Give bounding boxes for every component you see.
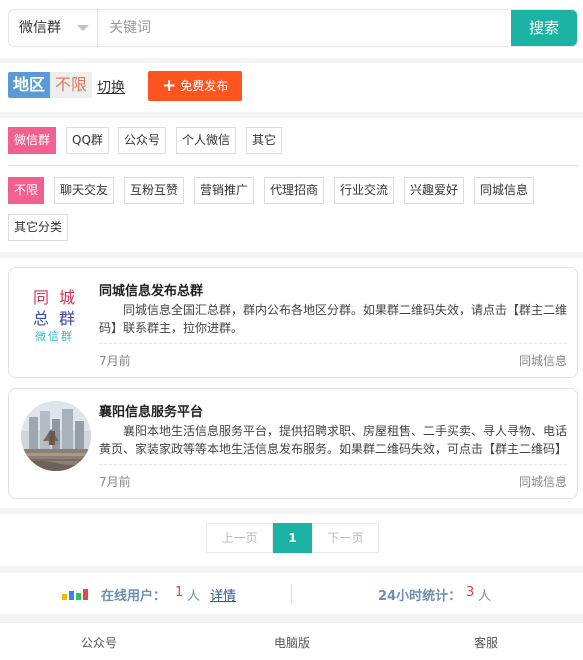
listing-description: 同城信息全国汇总群，群内公布各地区分群。如果群二维码失效，请点击【群主二维码】联… [99,303,568,335]
bottom-nav: 公众号 电脑版 客服 [0,622,583,660]
search-bar: 微信群 搜索 [0,0,583,58]
search-type-value: 微信群 [19,20,61,36]
free-publish-button[interactable]: + 免费发布 [148,71,242,101]
listing-divider [99,464,567,465]
type-tag-qq-group[interactable]: QQ群 [66,127,109,154]
listing-card[interactable]: 同城 总群 微信群 同城信息发布总群 同城信息全国汇总群，群内公布各地区分群。如… [8,267,578,378]
chevron-down-icon [77,25,89,31]
plus-icon: + [162,76,177,96]
daily-stats-label: 24小时统计： [378,589,462,604]
listing-time: 7月前 [99,354,131,368]
category-tag-marketing[interactable]: 营销推广 [194,177,255,204]
stats-divider [291,584,292,604]
daily-stats-unit: 人 [478,589,492,604]
nav-official-account[interactable]: 公众号 [81,634,117,651]
type-tag-wechat-group[interactable]: 微信群 [8,127,57,154]
online-users-unit: 人 [187,589,201,604]
nav-desktop-version[interactable]: 电脑版 [274,634,310,651]
category-tag-hobby[interactable]: 兴趣爱好 [404,177,465,204]
category-tag-agency[interactable]: 代理招商 [264,177,325,204]
category-tag-any[interactable]: 不限 [8,177,45,204]
region-label: 地区 [8,72,51,98]
stats-detail-link[interactable]: 详情 [210,585,236,604]
search-button[interactable]: 搜索 [511,10,577,46]
online-users-label: 在线用户： [101,589,167,604]
search-box: 微信群 搜索 [8,9,578,47]
logo-text-line: 微信群 [35,330,74,343]
category-tag-local[interactable]: 同城信息 [474,177,535,204]
listing-logo: 同城 总群 微信群 [21,280,91,350]
filter-divider [8,165,578,166]
search-type-select[interactable]: 微信群 [9,10,98,46]
prev-page-button[interactable]: 上一页 [206,523,273,553]
listing-title[interactable]: 同城信息发布总群 [99,280,203,299]
listing-card[interactable]: 襄阳信息服务平台 襄阳本地生活信息服务平台，提供招聘求职、房屋租售、二手买卖、寻… [8,388,578,499]
type-tag-official-account[interactable]: 公众号 [118,127,167,154]
city-buildings-photo [21,401,91,471]
listing-category: 同城信息 [518,475,567,489]
listing-logo [21,401,91,471]
filter-panel: 微信群 QQ群 公众号 个人微信 其它 不限 聊天交友 互粉互赞 营销推广 代理… [0,118,583,252]
stats-bar: 在线用户： 1 人 详情 24小时统计： 3 人 [0,573,583,614]
daily-stats-count: 3 [466,585,475,600]
page-button-current[interactable]: 1 [273,523,312,553]
category-tag-industry[interactable]: 行业交流 [334,177,395,204]
online-users-count: 1 [175,585,184,600]
free-publish-label: 免费发布 [180,79,229,93]
category-tag-follow[interactable]: 互粉互赞 [124,177,185,204]
region-bar: 地区 不限 切换 + 免费发布 [0,63,583,112]
listing-divider [99,343,567,344]
region-value: 不限 [50,72,93,98]
nav-customer-service[interactable]: 客服 [474,634,498,651]
type-tag-personal-wechat[interactable]: 个人微信 [176,127,237,154]
bar-chart-icon [62,589,88,600]
listing-time: 7月前 [99,475,131,489]
listing-description: 襄阳本地生活信息服务平台，提供招聘求职、房屋租售、二手买卖、寻人寻物、电话黄页、… [99,424,568,456]
category-tag-chat[interactable]: 聊天交友 [54,177,115,204]
type-tag-other[interactable]: 其它 [246,127,283,154]
logo-text-line: 总群 [33,309,86,328]
pagination: 上一页 1 下一页 [0,514,583,566]
listing-category: 同城信息 [518,354,567,368]
listing-title[interactable]: 襄阳信息服务平台 [99,401,203,420]
next-page-button[interactable]: 下一页 [312,523,379,553]
region-switch-link[interactable]: 切换 [97,77,125,97]
category-tag-other[interactable]: 其它分类 [8,214,69,241]
search-input[interactable] [105,10,510,46]
listing-list: 同城 总群 微信群 同城信息发布总群 同城信息全国汇总群，群内公布各地区分群。如… [0,258,583,508]
